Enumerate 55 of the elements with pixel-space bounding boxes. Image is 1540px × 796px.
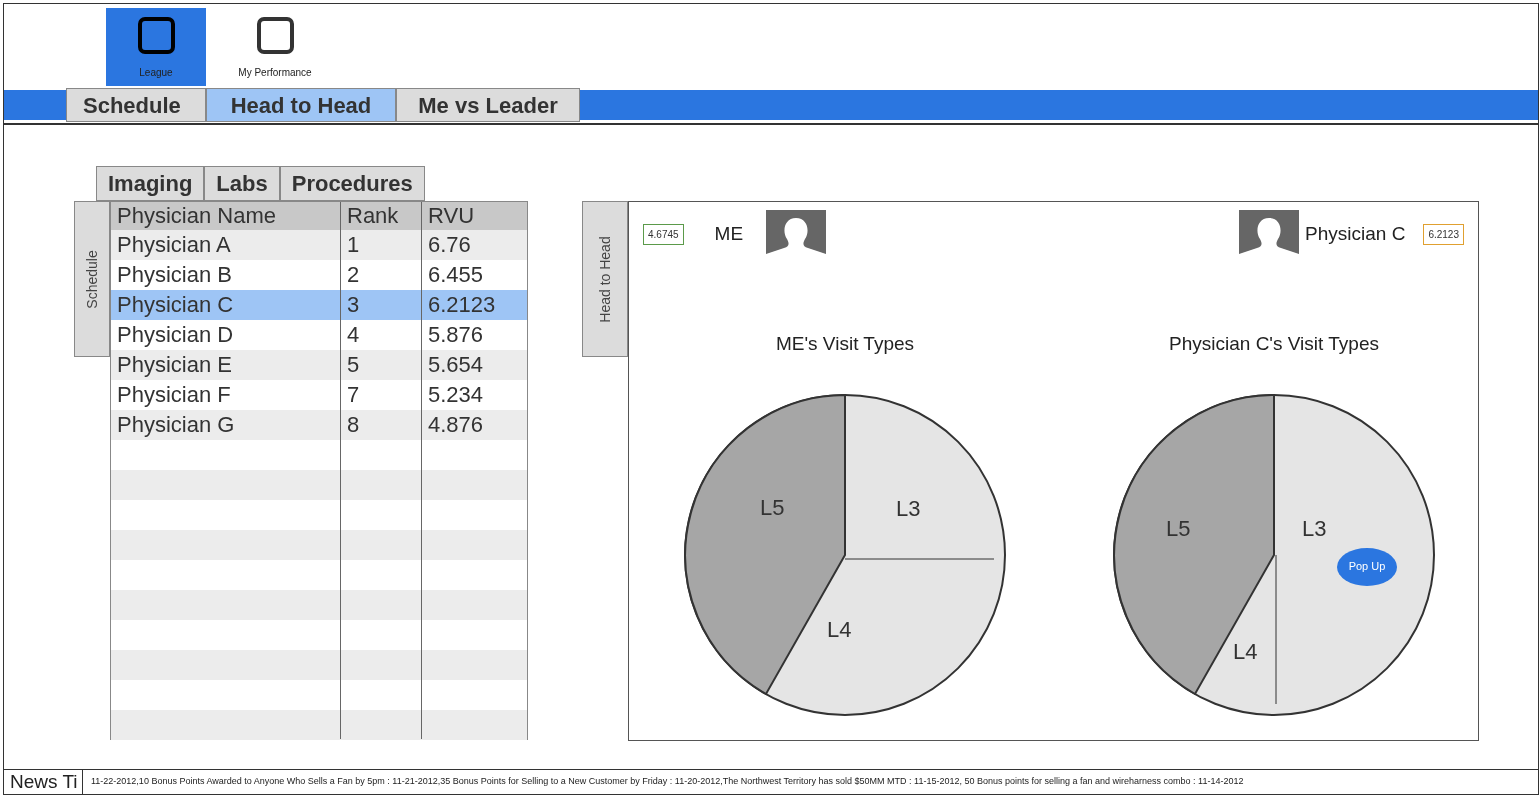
table-cell-text: Physician B [116, 261, 233, 289]
chart-title: Physician C's Visit Types [1169, 332, 1379, 356]
news-ticker: 11-22-2012,10 Bonus Points Awarded to Anyone Who Sells a Fan by 5pm : 11-21-2012,35 Bonus Points for Selling to a New Customer by Friday : 11-20-2012,The Northwest Territory has sold $50MM MTD : 11-15-2012, 50 Bonus points for selling a fan and wireharness combo : 11-14-2012 [90, 775, 1244, 789]
column-header: Rank [346, 202, 400, 230]
table-cell-text: 1 [346, 231, 361, 259]
side-tab[interactable]: Schedule [74, 201, 110, 357]
avatar-icon [766, 210, 827, 258]
table-row[interactable]: Physician E 5 5.654 [111, 350, 527, 380]
category-tab[interactable]: Procedures [279, 166, 425, 201]
column-header: Physician Name [116, 202, 277, 230]
table-row[interactable]: Physician A 1 6.76 [111, 230, 527, 260]
side-tab[interactable]: Head to Head [582, 201, 628, 357]
table-cell-text: Physician D [116, 321, 235, 349]
slice-label: L4 [1233, 640, 1258, 663]
category-tab[interactable]: Labs [204, 166, 280, 201]
table-cell-text: 6.455 [427, 261, 485, 289]
table-cell-text: Physician G [116, 411, 236, 439]
table-cell-text: 7 [346, 381, 361, 409]
column-header: RVU [427, 202, 476, 230]
tab[interactable]: Me vs Leader [396, 88, 580, 122]
table-cell-text: 8 [346, 411, 361, 439]
table-cell-text: 5.654 [427, 351, 485, 379]
table-cell-text: Physician F [116, 381, 232, 409]
table-row[interactable]: Physician G 8 4.876 [111, 410, 527, 440]
table-cell-text: 6.2123 [427, 291, 497, 319]
table-cell-text: 4 [346, 321, 361, 349]
slice-label: L3 [896, 497, 921, 520]
nav-tab[interactable]: League [106, 8, 206, 86]
table-cell-text: 4.876 [427, 411, 485, 439]
table-cell-text: 3 [346, 291, 361, 319]
table-cell-text: 5.234 [427, 381, 485, 409]
category-tab[interactable]: Imaging [96, 166, 205, 201]
tab[interactable]: Schedule [66, 88, 206, 122]
player-name: Physician C [1305, 221, 1406, 246]
table-cell-text: Physician A [116, 231, 232, 259]
avatar-icon [1239, 210, 1300, 258]
table-cell-text: Physician E [116, 351, 233, 379]
ticker-label: News Ti [4, 770, 83, 794]
table-cell-text: 2 [346, 261, 361, 289]
player-name: ME [714, 221, 744, 246]
slice-label: L4 [827, 618, 852, 641]
square-icon [256, 17, 294, 54]
slice-label: L5 [1166, 517, 1191, 540]
table-cell-text: Physician C [116, 291, 235, 319]
score-badge: 4.6745 [643, 223, 684, 245]
square-icon [137, 17, 175, 54]
table-cell-text: 6.76 [427, 231, 472, 259]
table-cell-text: 5.876 [427, 321, 485, 349]
table-row[interactable]: Physician C 3 6.2123 [111, 290, 527, 320]
tab[interactable]: Head to Head [206, 88, 396, 122]
slice-label: L3 [1302, 517, 1327, 540]
slice-label: L5 [760, 496, 785, 519]
score-badge: 6.2123 [1423, 223, 1464, 245]
chart-title: ME's Visit Types [775, 332, 915, 356]
table-cell-text: 5 [346, 351, 361, 379]
